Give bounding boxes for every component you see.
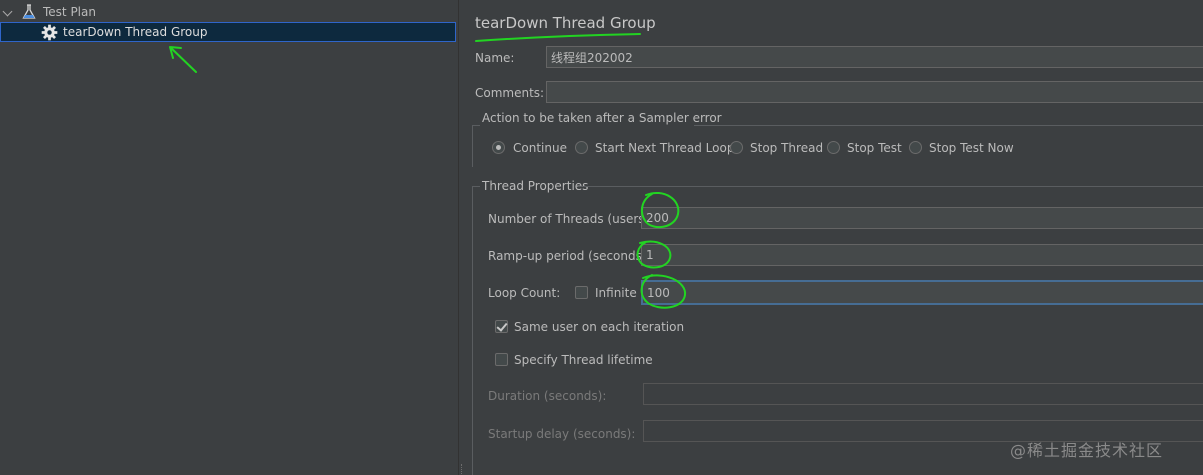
- title-underline-annotation: [475, 33, 641, 42]
- tree-arrow-annotation: [169, 46, 197, 73]
- rampup-circle-annotation: [636, 240, 672, 269]
- loop-count-circle-annotation: [640, 274, 687, 309]
- watermark: @稀土掘金技术社区: [1010, 441, 1164, 460]
- hand-drawn-annotations: [169, 33, 687, 309]
- threads-circle-annotation: [640, 192, 680, 229]
